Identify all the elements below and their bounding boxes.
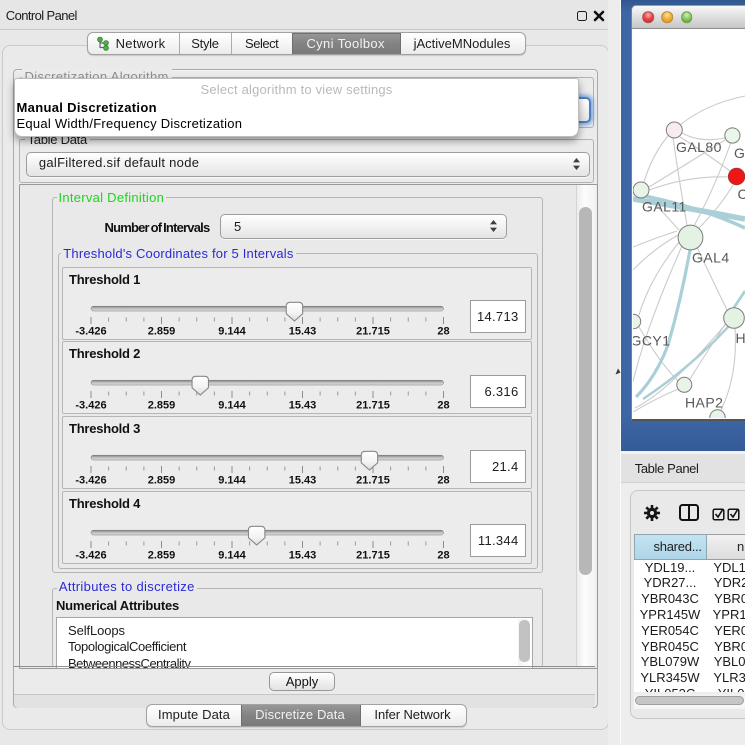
svg-text:15.43: 15.43 [289,475,317,487]
svg-text:28: 28 [437,400,449,412]
svg-text:2.859: 2.859 [148,325,176,337]
svg-text:9.144: 9.144 [218,325,246,337]
svg-text:9.144: 9.144 [218,549,246,561]
svg-text:GAL11: GAL11 [642,199,687,215]
svg-text:2.859: 2.859 [148,549,176,561]
svg-text:GAL4: GAL4 [692,250,730,266]
svg-text:-3.426: -3.426 [75,325,106,337]
svg-text:21.715: 21.715 [356,325,390,337]
svg-text:28: 28 [437,475,449,487]
svg-text:28: 28 [437,325,449,337]
svg-text:GA: GA [734,145,745,161]
svg-text:-3.426: -3.426 [75,400,106,412]
svg-text:21.715: 21.715 [356,400,390,412]
svg-text:2.859: 2.859 [148,400,176,412]
svg-text:GAL80: GAL80 [676,139,722,155]
svg-text:2.859: 2.859 [148,475,176,487]
svg-text:HAP2: HAP2 [685,395,723,411]
svg-text:9.144: 9.144 [218,400,246,412]
svg-text:21.715: 21.715 [356,549,390,561]
svg-text:-3.426: -3.426 [75,549,106,561]
svg-text:-3.426: -3.426 [75,475,106,487]
svg-text:GCY1: GCY1 [633,333,670,349]
svg-text:28: 28 [437,549,449,561]
svg-text:15.43: 15.43 [289,549,317,561]
svg-text:15.43: 15.43 [289,400,317,412]
svg-text:9.144: 9.144 [218,475,246,487]
svg-text:CR: CR [738,186,745,202]
svg-text:H: H [736,330,745,346]
svg-text:21.715: 21.715 [356,475,390,487]
svg-text:15.43: 15.43 [289,325,317,337]
